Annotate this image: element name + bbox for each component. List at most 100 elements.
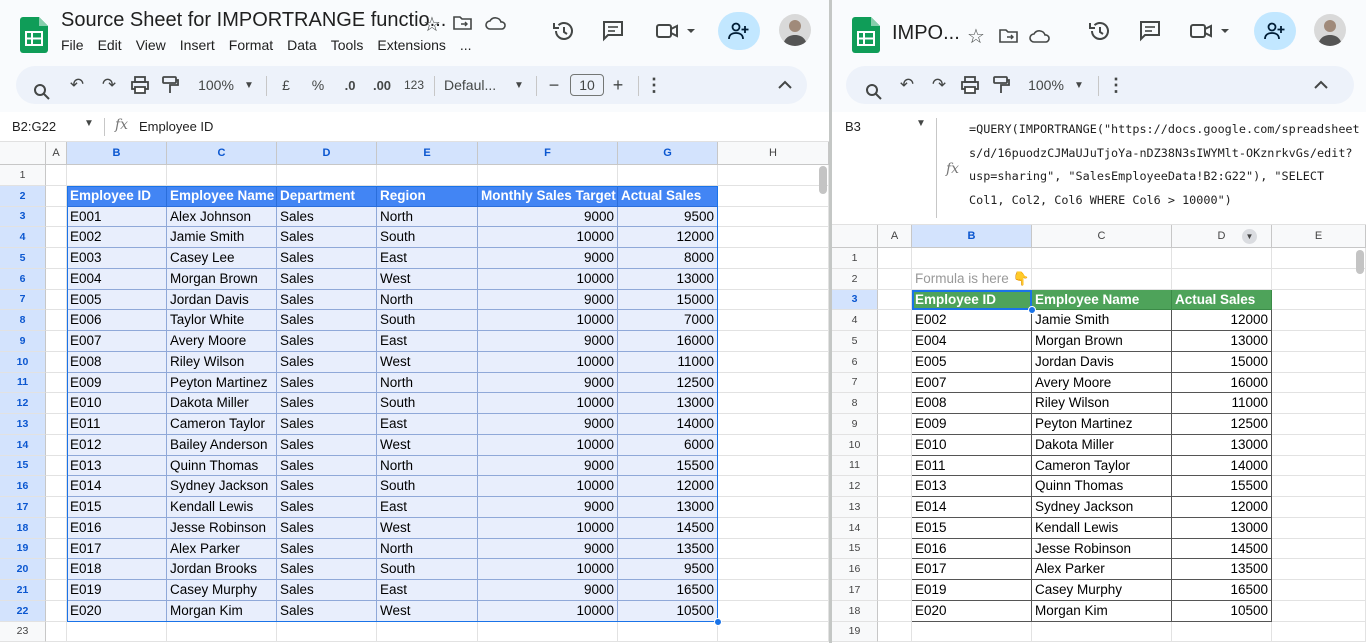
cell[interactable] — [718, 497, 829, 518]
data-cell[interactable]: Sales — [277, 434, 377, 456]
data-cell[interactable]: Sales — [277, 580, 377, 601]
cell[interactable] — [46, 248, 67, 269]
cell[interactable] — [46, 600, 67, 622]
cell[interactable] — [167, 165, 277, 186]
spreadsheet-grid[interactable]: A B C D E F G H 1 2 Employee ID Employee Name Depart… — [0, 142, 829, 643]
data-cell[interactable]: E005 — [912, 351, 1032, 373]
data-cell[interactable]: Cameron Taylor — [1032, 455, 1172, 477]
data-cell[interactable]: 9000 — [478, 206, 618, 228]
data-cell[interactable]: Jamie Smith — [167, 227, 277, 248]
cell[interactable] — [46, 206, 67, 228]
more-formats-button[interactable]: 123 — [402, 66, 426, 104]
data-cell[interactable]: Sales — [277, 248, 377, 269]
data-cell[interactable]: E017 — [912, 559, 1032, 580]
data-cell[interactable]: Jesse Robinson — [1032, 538, 1172, 560]
data-cell[interactable]: Alex Johnson — [167, 206, 277, 228]
data-cell[interactable]: Morgan Kim — [167, 600, 277, 622]
data-cell[interactable]: Quinn Thomas — [1032, 476, 1172, 497]
cell[interactable] — [718, 165, 829, 186]
data-cell[interactable]: 10000 — [478, 559, 618, 580]
data-cell[interactable]: East — [377, 580, 478, 601]
comment-icon[interactable] — [601, 20, 625, 42]
data-cell[interactable]: Sales — [277, 600, 377, 622]
print-icon[interactable] — [130, 66, 150, 104]
data-cell[interactable]: 15000 — [618, 289, 718, 311]
row-header-23[interactable]: 23 — [0, 621, 46, 643]
star-icon[interactable]: ☆ — [964, 24, 988, 48]
data-cell[interactable]: 9000 — [478, 538, 618, 560]
cell[interactable] — [46, 434, 67, 456]
data-cell[interactable]: 14000 — [618, 414, 718, 435]
name-box-dropdown-icon[interactable]: ▼ — [916, 118, 926, 129]
data-cell[interactable]: Sales — [277, 372, 377, 394]
data-cell[interactable]: North — [377, 455, 478, 477]
data-cell[interactable]: E015 — [67, 497, 167, 518]
data-cell[interactable]: Morgan Brown — [167, 268, 277, 290]
cell[interactable] — [1272, 600, 1366, 622]
cell[interactable] — [718, 310, 829, 331]
cell[interactable] — [67, 165, 167, 186]
row-header-9[interactable]: 9 — [832, 414, 878, 435]
data-cell[interactable]: 12000 — [618, 227, 718, 248]
cell[interactable] — [1272, 310, 1366, 331]
zoom-select[interactable]: 100% — [192, 66, 240, 104]
data-cell[interactable]: Sales — [277, 538, 377, 560]
cell[interactable] — [718, 331, 829, 352]
row-header-5[interactable]: 5 — [832, 331, 878, 352]
redo-icon[interactable]: ↷ — [928, 66, 950, 104]
move-folder-icon[interactable] — [998, 27, 1020, 45]
data-cell[interactable]: E013 — [67, 455, 167, 477]
data-cell[interactable]: East — [377, 248, 478, 269]
data-cell[interactable]: 10000 — [478, 227, 618, 248]
row-header-1[interactable]: 1 — [0, 165, 46, 186]
row-header-12[interactable]: 12 — [832, 476, 878, 497]
menu-data[interactable]: Data — [287, 37, 317, 53]
menu-insert[interactable]: Insert — [180, 37, 215, 53]
cell[interactable] — [277, 621, 377, 643]
data-cell[interactable]: E016 — [67, 517, 167, 539]
share-button[interactable] — [718, 12, 760, 50]
cell[interactable] — [377, 621, 478, 643]
data-cell[interactable]: Sydney Jackson — [167, 476, 277, 497]
cell[interactable] — [718, 227, 829, 248]
column-header-h[interactable]: H — [718, 142, 829, 165]
data-cell[interactable]: North — [377, 372, 478, 394]
menu-view[interactable]: View — [136, 37, 166, 53]
paint-format-icon[interactable] — [161, 66, 179, 104]
data-cell[interactable]: 10500 — [1172, 600, 1272, 622]
data-cell[interactable]: E016 — [912, 538, 1032, 560]
data-cell[interactable]: Alex Parker — [1032, 559, 1172, 580]
cell[interactable] — [277, 165, 377, 186]
column-header-c[interactable]: C — [1032, 225, 1172, 248]
note-cell[interactable]: Formula is here 👇 — [912, 268, 1032, 290]
data-cell[interactable]: 9000 — [478, 455, 618, 477]
data-cell[interactable]: South — [377, 227, 478, 248]
menu-extensions[interactable]: Extensions — [377, 37, 445, 53]
cell[interactable] — [718, 621, 829, 643]
data-cell[interactable]: Avery Moore — [167, 331, 277, 352]
data-cell[interactable]: E006 — [67, 310, 167, 331]
data-cell[interactable]: E001 — [67, 206, 167, 228]
row-header-18[interactable]: 18 — [832, 600, 878, 622]
undo-icon[interactable]: ↶ — [896, 66, 918, 104]
data-cell[interactable]: 13000 — [1172, 331, 1272, 352]
data-cell[interactable]: 16500 — [618, 580, 718, 601]
more-icon[interactable]: ⋮ — [1107, 66, 1125, 104]
data-cell[interactable]: Sales — [277, 227, 377, 248]
data-cell[interactable]: West — [377, 600, 478, 622]
zoom-dropdown-icon[interactable]: ▼ — [242, 66, 256, 104]
column-menu-dropdown-icon[interactable]: ▼ — [1242, 229, 1257, 244]
data-cell[interactable]: E007 — [67, 331, 167, 352]
fill-handle[interactable] — [714, 617, 722, 626]
cell[interactable] — [1272, 331, 1366, 352]
vertical-scrollbar[interactable] — [819, 166, 827, 194]
data-cell[interactable]: E005 — [67, 289, 167, 311]
cell[interactable] — [718, 414, 829, 435]
data-cell[interactable]: Peyton Martinez — [167, 372, 277, 394]
cell[interactable] — [878, 372, 912, 394]
data-cell[interactable]: 13500 — [1172, 559, 1272, 580]
cell[interactable] — [878, 559, 912, 580]
data-cell[interactable]: 7000 — [618, 310, 718, 331]
data-cell[interactable]: Kendall Lewis — [1032, 517, 1172, 539]
data-cell[interactable]: Sales — [277, 517, 377, 539]
